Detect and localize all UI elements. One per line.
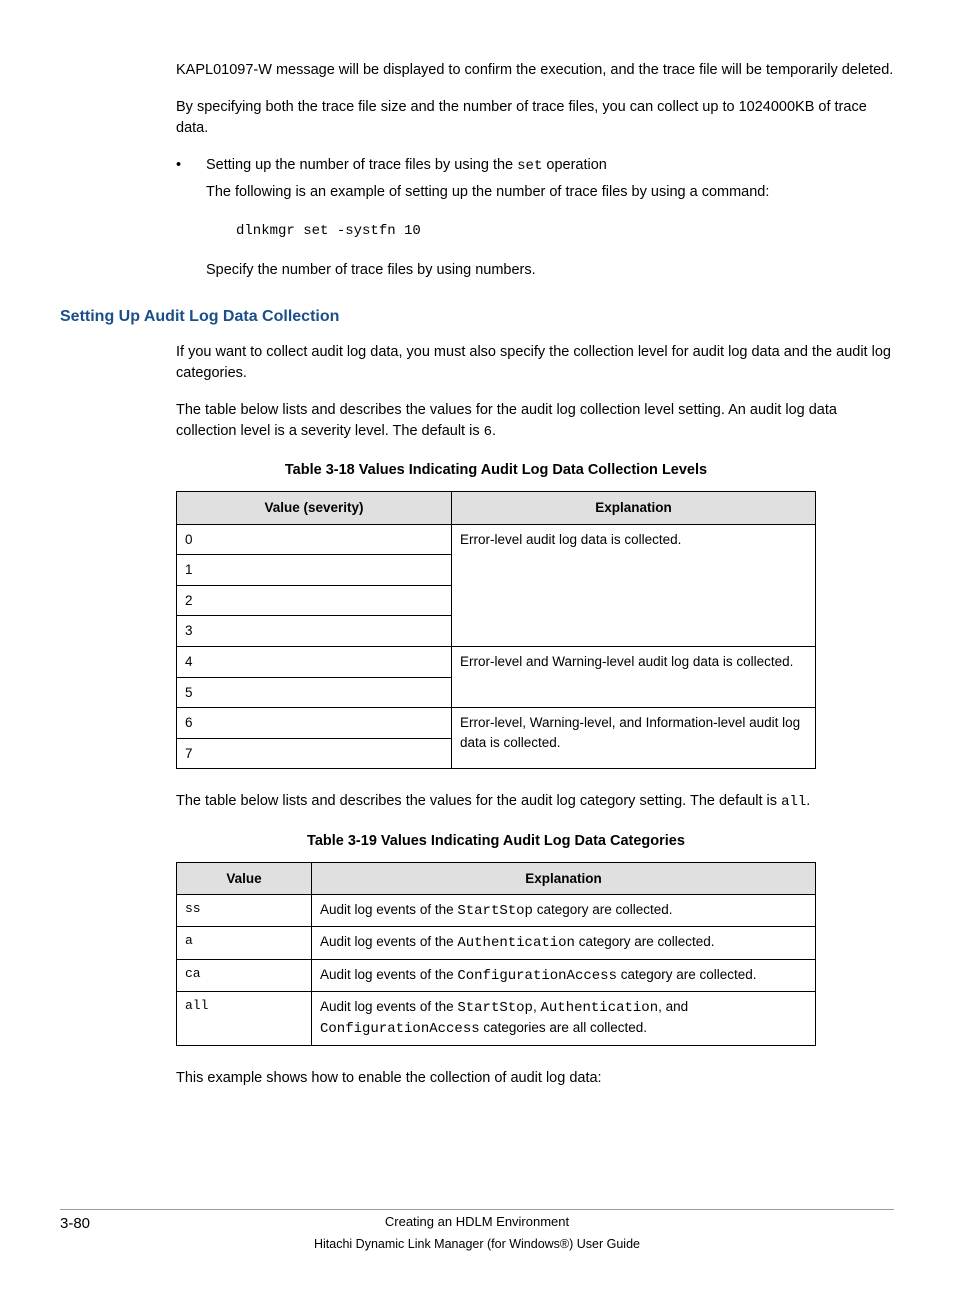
text: Audit log events of the — [320, 967, 457, 982]
table-cell: ss — [177, 895, 312, 927]
bullet-line: Setting up the number of trace files by … — [206, 155, 894, 176]
table-cell: 3 — [177, 616, 452, 647]
text: Audit log events of the — [320, 999, 457, 1014]
table-cell: Audit log events of the ConfigurationAcc… — [312, 959, 816, 991]
page-footer: 3-80 Creating an HDLM Environment Hitach… — [60, 1209, 894, 1253]
text: categories are all collected. — [480, 1020, 647, 1035]
text: category are collected. — [617, 967, 757, 982]
table-caption: Table 3-18 Values Indicating Audit Log D… — [176, 460, 816, 481]
table-cell: Audit log events of the StartStop, Authe… — [312, 992, 816, 1046]
table-cell: Error-level and Warning-level audit log … — [452, 647, 816, 708]
bullet-line: Specify the number of trace files by usi… — [206, 260, 894, 281]
paragraph: The table below lists and describes the … — [176, 791, 894, 812]
code-block: dlnkmgr set -systfn 10 — [236, 221, 894, 241]
footer-subtitle: Hitachi Dynamic Link Manager (for Window… — [60, 1235, 894, 1253]
bullet-marker: • — [176, 155, 206, 281]
inline-code: StartStop — [457, 1000, 533, 1016]
paragraph: If you want to collect audit log data, y… — [176, 342, 894, 384]
paragraph: The table below lists and describes the … — [176, 400, 894, 442]
table-header: Value — [177, 862, 312, 895]
inline-code: 6 — [484, 424, 492, 440]
text: . — [492, 423, 496, 439]
table-row: ca Audit log events of the Configuration… — [177, 959, 816, 991]
text: , and — [658, 999, 688, 1014]
table-cell: Audit log events of the Authentication c… — [312, 927, 816, 959]
section-heading: Setting Up Audit Log Data Collection — [60, 305, 894, 328]
bullet-line: The following is an example of setting u… — [206, 182, 894, 203]
table-cell: 6 — [177, 708, 452, 739]
text: The table below lists and describes the … — [176, 402, 837, 439]
paragraph: KAPL01097-W message will be displayed to… — [176, 60, 894, 81]
text: Audit log events of the — [320, 902, 457, 917]
table-row: a Audit log events of the Authentication… — [177, 927, 816, 959]
table-row: 4 Error-level and Warning-level audit lo… — [177, 647, 816, 678]
text: Audit log events of the — [320, 934, 457, 949]
table-header: Explanation — [452, 492, 816, 525]
table-row: all Audit log events of the StartStop, A… — [177, 992, 816, 1046]
inline-code: all — [781, 794, 806, 810]
paragraph: By specifying both the trace file size a… — [176, 97, 894, 139]
table-cell: all — [177, 992, 312, 1046]
table-cell: 0 — [177, 524, 452, 555]
table-cell: 4 — [177, 647, 452, 678]
text: category are collected. — [533, 902, 673, 917]
inline-code: ConfigurationAccess — [320, 1021, 480, 1037]
table-caption: Table 3-19 Values Indicating Audit Log D… — [176, 831, 816, 852]
text: . — [806, 793, 810, 809]
table-cell: ca — [177, 959, 312, 991]
table-cell: 2 — [177, 585, 452, 616]
text: The table below lists and describes the … — [176, 793, 781, 809]
table-header: Explanation — [312, 862, 816, 895]
table-row: 6 Error-level, Warning-level, and Inform… — [177, 708, 816, 739]
bullet-item: • Setting up the number of trace files b… — [176, 155, 894, 281]
inline-code: set — [517, 158, 542, 174]
table-row: ss Audit log events of the StartStop cat… — [177, 895, 816, 927]
inline-code: Authentication — [457, 935, 575, 951]
inline-code: Authentication — [540, 1000, 658, 1016]
table-cell: Error-level audit log data is collected. — [452, 524, 816, 646]
table-cell: Audit log events of the StartStop catego… — [312, 895, 816, 927]
footer-title: Creating an HDLM Environment — [60, 1213, 894, 1232]
table-cell: 5 — [177, 677, 452, 708]
inline-code: ConfigurationAccess — [457, 968, 617, 984]
paragraph: This example shows how to enable the col… — [176, 1068, 894, 1089]
inline-code: StartStop — [457, 903, 533, 919]
table-header: Value (severity) — [177, 492, 452, 525]
table-cell: Error-level, Warning-level, and Informat… — [452, 708, 816, 769]
table-cell: a — [177, 927, 312, 959]
text: Setting up the number of trace files by … — [206, 157, 517, 173]
page-number: 3-80 — [60, 1213, 90, 1235]
text: category are collected. — [575, 934, 715, 949]
table-cell: 7 — [177, 738, 452, 769]
category-table: Value Explanation ss Audit log events of… — [176, 862, 816, 1046]
text: operation — [542, 157, 607, 173]
severity-table: Value (severity) Explanation 0 Error-lev… — [176, 491, 816, 769]
table-row: 0 Error-level audit log data is collecte… — [177, 524, 816, 555]
table-cell: 1 — [177, 555, 452, 586]
